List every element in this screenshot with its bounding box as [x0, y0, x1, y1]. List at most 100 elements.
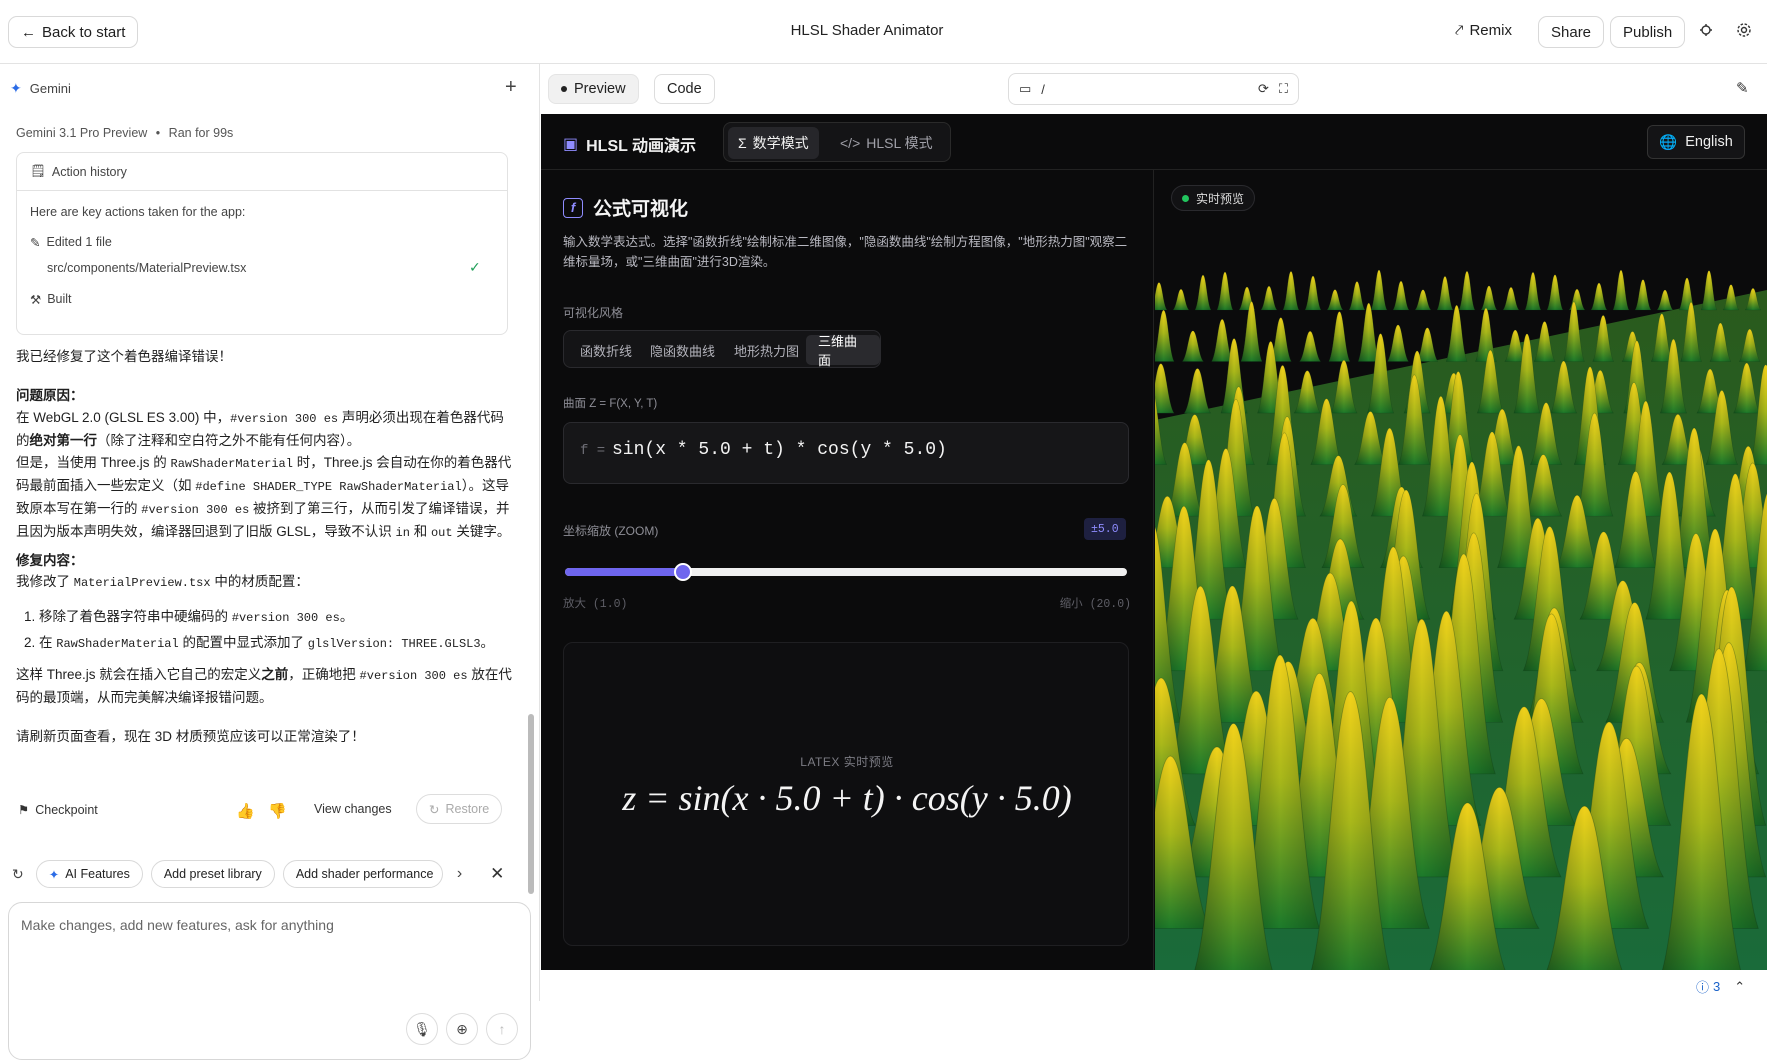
style-heatmap[interactable]: 地形热力图	[722, 335, 811, 365]
mode-math[interactable]: Σ数学模式	[728, 127, 819, 159]
text-span: 中的材质配置：	[211, 574, 309, 589]
fix-paragraph: 我修改了 MaterialPreview.tsx 中的材质配置：	[16, 571, 516, 594]
sigma-icon: Σ	[738, 135, 747, 151]
latex-expression: z = sin(x · 5.0 + t) · cos(y · 5.0)	[564, 777, 1130, 819]
device-icon[interactable]: ▭	[1019, 81, 1031, 97]
restore-label: Restore	[445, 802, 489, 816]
thumbs-down-icon[interactable]: 👎	[268, 802, 287, 820]
style-label: 可视化风格	[563, 304, 623, 321]
monitor-play-icon: ▣	[563, 134, 578, 154]
send-arrow-icon[interactable]: ↑	[486, 1013, 518, 1045]
formula-pane: f 公式可视化 输入数学表达式。选择"函数折线"绘制标准二维图像，"隐函数曲线"…	[541, 170, 1154, 970]
text-span: 移除了着色器字符串中硬编码的	[39, 609, 232, 624]
app-brand-title: HLSL 动画演示	[586, 132, 696, 156]
live-dot	[1182, 195, 1189, 202]
language-button[interactable]: 🌐 English	[1647, 125, 1745, 159]
add-attachment-icon[interactable]: ⊕	[446, 1013, 478, 1045]
meta-dot: •	[156, 126, 160, 140]
chevron-right-icon[interactable]: ›	[457, 865, 462, 883]
surface-render[interactable]: 实时预览	[1155, 170, 1767, 970]
zoom-slider[interactable]	[565, 568, 1127, 576]
bug-icon[interactable]	[1696, 20, 1716, 40]
result-paragraph: 这样 Three.js 就会在插入它自己的宏定义之前，正确地把 #version…	[16, 664, 516, 709]
edited-file-link[interactable]: src/components/MaterialPreview.tsx	[47, 261, 246, 275]
text-span: （除了注释和空白符之外不能有任何内容）。	[97, 433, 360, 448]
remix-button[interactable]: ⤤ Remix	[1455, 22, 1512, 39]
issues-badge[interactable]: ⓘ 3 ⌃	[1696, 977, 1745, 996]
reload-icon[interactable]: ⟳	[1258, 81, 1269, 97]
gemini-header: ✦ Gemini	[10, 80, 71, 97]
chevron-up-icon: ⌃	[1734, 979, 1745, 995]
microphone-icon[interactable]: 🎙	[406, 1013, 438, 1045]
suggestion-chip-shader-performance[interactable]: Add shader performance	[283, 860, 443, 888]
text-span: 在 WebGL 2.0 (GLSL ES 3.00) 中，	[16, 410, 230, 425]
style-switch: 函数折线 隐函数曲线 地形热力图 三维曲面	[563, 330, 881, 368]
chip-label: Add shader performance	[296, 867, 434, 881]
action-history-header[interactable]: 🗒 Action history	[17, 153, 507, 191]
gemini-label: Gemini	[30, 81, 71, 96]
chat-input[interactable]: Make changes, add new features, ask for …	[8, 902, 531, 1060]
magic-edit-icon[interactable]: ✎	[1736, 79, 1749, 97]
settings-gear-icon[interactable]	[1734, 20, 1754, 40]
gemini-sparkle-icon: ✦	[10, 80, 22, 97]
checkpoint-button[interactable]: ⚑ Checkpoint	[18, 802, 98, 817]
style-implicit[interactable]: 隐函数曲线	[638, 335, 727, 365]
restore-button[interactable]: ↻ Restore	[416, 794, 502, 824]
text-span: 。	[481, 635, 495, 650]
view-changes-button[interactable]: View changes	[314, 802, 392, 816]
text-span: 的配置中显式添加了	[179, 635, 308, 650]
zoom-value-badge: ±5.0	[1084, 518, 1126, 540]
share-button[interactable]: Share	[1538, 16, 1604, 48]
info-icon: ⓘ	[1696, 977, 1709, 996]
zoom-slider-thumb[interactable]	[674, 563, 692, 581]
inline-code: #version 300 es	[230, 412, 338, 426]
url-bar[interactable]: ▭ / ⟳ ⛶	[1008, 73, 1299, 105]
text-span: 在	[39, 635, 56, 650]
tab-code[interactable]: Code	[654, 74, 715, 104]
tab-code-label: Code	[667, 81, 702, 97]
formula-input[interactable]: f = sin(x * 5.0 + t) * cos(y * 5.0)	[563, 422, 1129, 484]
cause-heading: 问题原因：	[16, 385, 516, 407]
latex-label: LATEX 实时预览	[564, 753, 1130, 770]
suggestion-chip-preset-library[interactable]: Add preset library	[151, 860, 275, 888]
mode-hlsl[interactable]: </>HLSL 模式	[830, 127, 943, 159]
style-implicit-label: 隐函数曲线	[650, 341, 715, 360]
refresh-suggestions-icon[interactable]: ↻	[12, 866, 24, 883]
built-row: ⚒ Built	[30, 292, 72, 307]
cause-paragraph: 在 WebGL 2.0 (GLSL ES 3.00) 中，#version 30…	[16, 407, 516, 544]
issue-count: 3	[1713, 979, 1720, 994]
edited-label: Edited 1 file	[46, 235, 111, 250]
share-label: Share	[1551, 24, 1591, 41]
mode-switch: Σ数学模式 </>HLSL 模式	[723, 122, 951, 162]
checkpoint-label: Checkpoint	[35, 803, 98, 817]
top-bar: ← Back to start HLSL Shader Animator ⤤ R…	[0, 0, 1767, 64]
inline-code: MaterialPreview.tsx	[74, 576, 211, 590]
zoom-min-label: 放大 (1.0)	[563, 595, 627, 611]
latex-preview: LATEX 实时预览 z = sin(x · 5.0 + t) · cos(y …	[563, 642, 1129, 946]
style-surface[interactable]: 三维曲面	[806, 335, 880, 365]
suggestion-chips: ↻ ✦AI Features Add preset library Add sh…	[12, 860, 504, 888]
thumbs-up-icon[interactable]: 👍	[236, 802, 255, 820]
chip-label: AI Features	[65, 867, 130, 881]
section-title: f 公式可视化	[563, 194, 688, 221]
inline-code: glslVersion: THREE.GLSL3	[308, 637, 481, 651]
style-heatmap-label: 地形热力图	[734, 341, 799, 360]
remix-icon: ⤤	[1455, 22, 1463, 39]
fullscreen-icon[interactable]: ⛶	[1279, 81, 1288, 97]
style-line[interactable]: 函数折线	[568, 335, 644, 365]
inline-code: RawShaderMaterial	[56, 637, 178, 651]
bold-text: 之前	[261, 667, 288, 682]
action-history-card: 🗒 Action history Here are key actions ta…	[16, 152, 508, 335]
chat-scrollbar[interactable]	[528, 714, 534, 894]
list-number: 1.	[24, 609, 39, 624]
closing-paragraph: 请刷新页面查看，现在 3D 材质预览应该可以正常渲染了！	[16, 726, 516, 748]
close-icon[interactable]: ✕	[490, 864, 504, 884]
tab-preview[interactable]: Preview	[548, 74, 639, 104]
publish-button[interactable]: Publish	[1610, 16, 1685, 48]
formula-label: 曲面 Z = F(X, Y, T)	[563, 395, 657, 411]
new-chat-plus-icon[interactable]: +	[505, 76, 517, 99]
text-span: 和	[410, 524, 431, 539]
app-header: ▣ HLSL 动画演示 Σ数学模式 </>HLSL 模式 🌐 English	[541, 114, 1767, 170]
suggestion-chip-ai-features[interactable]: ✦AI Features	[36, 860, 143, 888]
list-number: 2.	[24, 635, 39, 650]
